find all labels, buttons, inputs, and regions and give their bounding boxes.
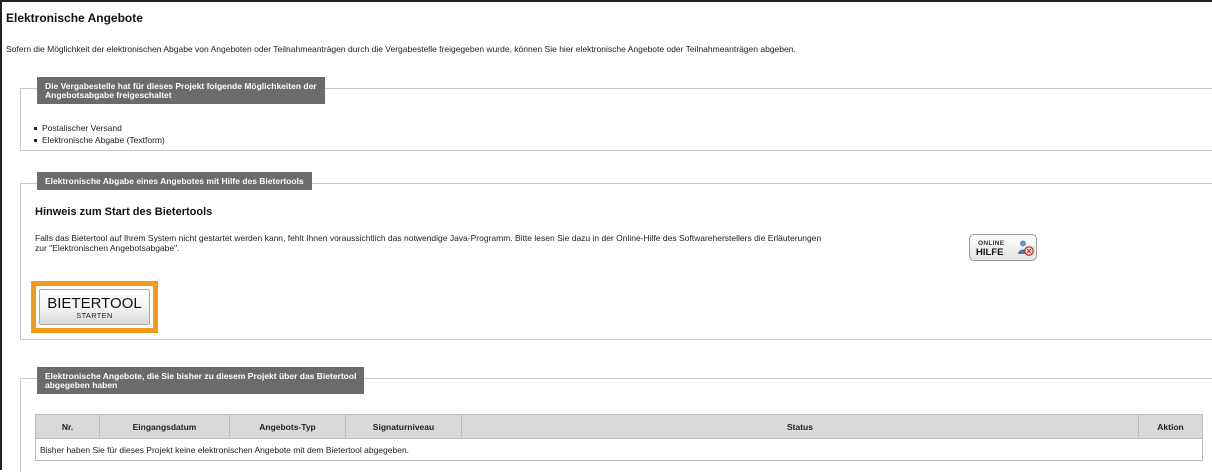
online-help-button[interactable]: ONLINE HILFE (969, 234, 1037, 261)
intro-text: Sofern die Möglichkeit der elektronische… (6, 44, 796, 54)
start-bietertool-sublabel: STARTEN (76, 311, 113, 320)
hint-line-2: zur "Elektronischen Angebotsabgabe". (35, 243, 180, 253)
list-item: Elektronische Abgabe (Textform) (33, 135, 165, 147)
column-header-status: Status (461, 414, 1139, 439)
page-frame: Elektronische Angebote Sofern die Möglic… (0, 0, 1212, 472)
hint-text: Falls das Bietertool auf Ihrem System ni… (35, 233, 965, 253)
bietertool-panel: Elektronische Abgabe eines Angebotes mit… (20, 172, 1212, 340)
online-help-label-bottom: HILFE (976, 247, 1004, 258)
column-header-aktion: Aktion (1138, 414, 1203, 439)
online-help-label-top: ONLINE (978, 240, 1005, 247)
submission-options-list: Postalischer Versand Elektronische Abgab… (33, 123, 165, 147)
bietertool-legend: Elektronische Abgabe eines Angebotes mit… (37, 172, 312, 190)
table-header-row: Nr. Eingangsdatum Angebots-Typ Signaturn… (35, 414, 1203, 439)
start-bietertool-button[interactable]: BIETERTOOL STARTEN (31, 281, 158, 333)
column-header-nr: Nr. (35, 414, 100, 439)
submitted-bids-table: Nr. Eingangsdatum Angebots-Typ Signaturn… (35, 414, 1203, 461)
submission-options-panel: Die Vergabestelle hat für dieses Projekt… (20, 77, 1212, 151)
legend-line-2: Angebotsabgabe freigeschaltet (45, 90, 172, 100)
legend-line-2: abgegeben haben (45, 380, 118, 390)
start-bietertool-label: BIETERTOOL (47, 295, 142, 312)
hint-heading: Hinweis zum Start des Bietertools (35, 206, 213, 218)
table-row: Bisher haben Sie für dieses Projekt kein… (35, 438, 1203, 461)
column-header-eingangsdatum: Eingangsdatum (99, 414, 230, 439)
column-header-signaturniveau: Signaturniveau (345, 414, 462, 439)
list-item: Postalischer Versand (33, 123, 165, 135)
submitted-bids-legend: Elektronische Angebote, die Sie bisher z… (37, 367, 365, 394)
submission-options-legend: Die Vergabestelle hat für dieses Projekt… (37, 77, 325, 104)
submitted-bids-panel: Elektronische Angebote, die Sie bisher z… (20, 367, 1212, 472)
hint-line-1: Falls das Bietertool auf Ihrem System ni… (35, 233, 822, 243)
empty-table-message: Bisher haben Sie für dieses Projekt kein… (35, 438, 1203, 461)
start-bietertool-face: BIETERTOOL STARTEN (39, 289, 150, 325)
help-person-icon (1016, 239, 1034, 259)
column-header-angebots-typ: Angebots-Typ (229, 414, 346, 439)
page-title: Elektronische Angebote (6, 11, 143, 25)
